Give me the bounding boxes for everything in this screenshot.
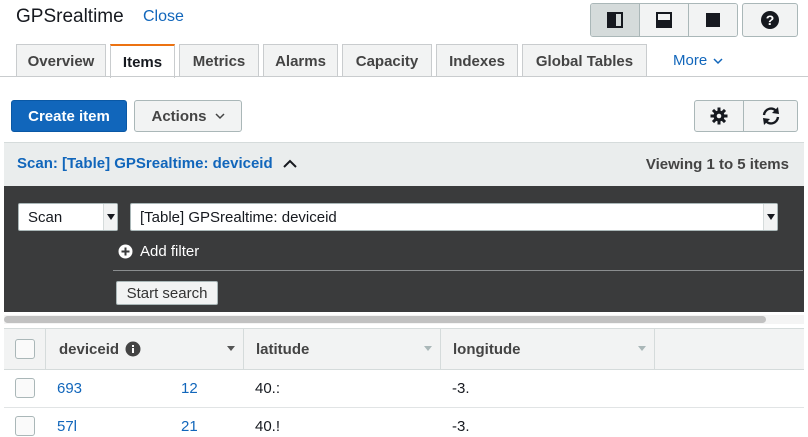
scan-target-value: [Table] GPSrealtime: deviceid	[140, 208, 337, 226]
create-item-button[interactable]: Create item	[11, 100, 127, 132]
tab-overview[interactable]: Overview	[16, 44, 106, 77]
sort-caret-icon	[227, 346, 235, 351]
row-checkbox[interactable]	[15, 416, 35, 436]
chevron-down-icon	[214, 113, 225, 120]
layout-split-left-button[interactable]	[591, 4, 640, 36]
row-latitude: 40.!	[255, 418, 281, 435]
select-all-cell	[4, 328, 46, 370]
row-divider	[4, 407, 804, 408]
refresh-icon	[762, 107, 779, 125]
tab-more-label: More	[673, 52, 708, 69]
column-label: deviceid	[59, 340, 120, 358]
row-deviceid-link-suffix[interactable]: 12	[181, 380, 198, 397]
caret-down-icon	[106, 214, 115, 220]
column-header-latitude[interactable]: latitude	[244, 328, 441, 370]
close-link[interactable]: Close	[143, 8, 184, 26]
page-title: GPSrealtime	[16, 6, 124, 27]
plus-circle-icon	[118, 244, 133, 259]
layout-full-button[interactable]	[689, 4, 737, 36]
tab-more-dropdown[interactable]: More	[673, 44, 723, 77]
row-checkbox[interactable]	[15, 378, 35, 398]
column-header-longitude[interactable]: longitude	[441, 328, 655, 370]
scan-title: Scan: [Table] GPSrealtime: deviceid	[17, 155, 273, 172]
tab-alarms[interactable]: Alarms	[263, 44, 338, 77]
layout-toggle-group	[590, 3, 738, 37]
settings-button[interactable]	[694, 100, 744, 132]
layout-split-bottom-button[interactable]	[640, 4, 689, 36]
select-all-checkbox[interactable]	[14, 339, 35, 359]
chevron-down-icon	[713, 57, 723, 64]
column-label: longitude	[453, 340, 521, 358]
tab-metrics[interactable]: Metrics	[179, 44, 259, 77]
info-icon[interactable]	[125, 341, 141, 357]
tab-indexes[interactable]: Indexes	[436, 44, 518, 77]
full-panel-icon	[706, 13, 720, 27]
add-filter-label: Add filter	[140, 243, 200, 260]
panel-divider	[113, 270, 803, 271]
scan-target-select[interactable]: [Table] GPSrealtime: deviceid	[130, 203, 778, 231]
actions-label: Actions	[151, 107, 207, 125]
gear-icon	[710, 107, 728, 125]
sort-caret-icon	[424, 346, 432, 351]
start-search-button[interactable]: Start search	[116, 281, 218, 305]
row-longitude: -3.	[452, 380, 470, 397]
chevron-up-icon	[282, 159, 297, 168]
row-deviceid-link[interactable]: 693	[57, 380, 82, 397]
caret-down-icon	[766, 214, 775, 220]
actions-dropdown-button[interactable]: Actions	[134, 100, 242, 132]
add-filter-button[interactable]: Add filter	[118, 243, 199, 260]
tab-capacity[interactable]: Capacity	[342, 44, 432, 77]
select-arrow	[103, 204, 117, 230]
column-header-deviceid[interactable]: deviceid	[46, 328, 244, 370]
help-button[interactable]: ?	[742, 3, 798, 37]
split-bottom-icon	[656, 12, 672, 28]
scan-mode-select[interactable]: Scan	[18, 203, 118, 231]
select-arrow	[763, 204, 777, 230]
row-deviceid-link-suffix[interactable]: 21	[181, 418, 198, 435]
viewing-count: Viewing 1 to 5 items	[645, 156, 789, 173]
scrollbar-thumb[interactable]	[4, 316, 766, 323]
scan-mode-value: Scan	[28, 208, 63, 226]
split-left-icon	[607, 12, 623, 28]
tab-global-tables[interactable]: Global Tables	[522, 44, 647, 77]
svg-text:?: ?	[766, 12, 775, 28]
question-icon: ?	[761, 11, 779, 29]
sort-caret-icon	[638, 346, 646, 351]
column-label: latitude	[256, 340, 310, 358]
row-deviceid-link[interactable]: 57l	[57, 418, 77, 435]
scan-toggle[interactable]: Scan: [Table] GPSrealtime: deviceid	[17, 155, 297, 172]
refresh-button[interactable]	[743, 100, 798, 132]
tabs-divider	[0, 76, 808, 77]
row-latitude: 40.:	[255, 380, 281, 397]
tab-bar: Overview Items Metrics Alarms Capacity I…	[16, 44, 723, 78]
tab-items[interactable]: Items	[110, 44, 175, 78]
row-longitude: -3.	[452, 418, 470, 435]
